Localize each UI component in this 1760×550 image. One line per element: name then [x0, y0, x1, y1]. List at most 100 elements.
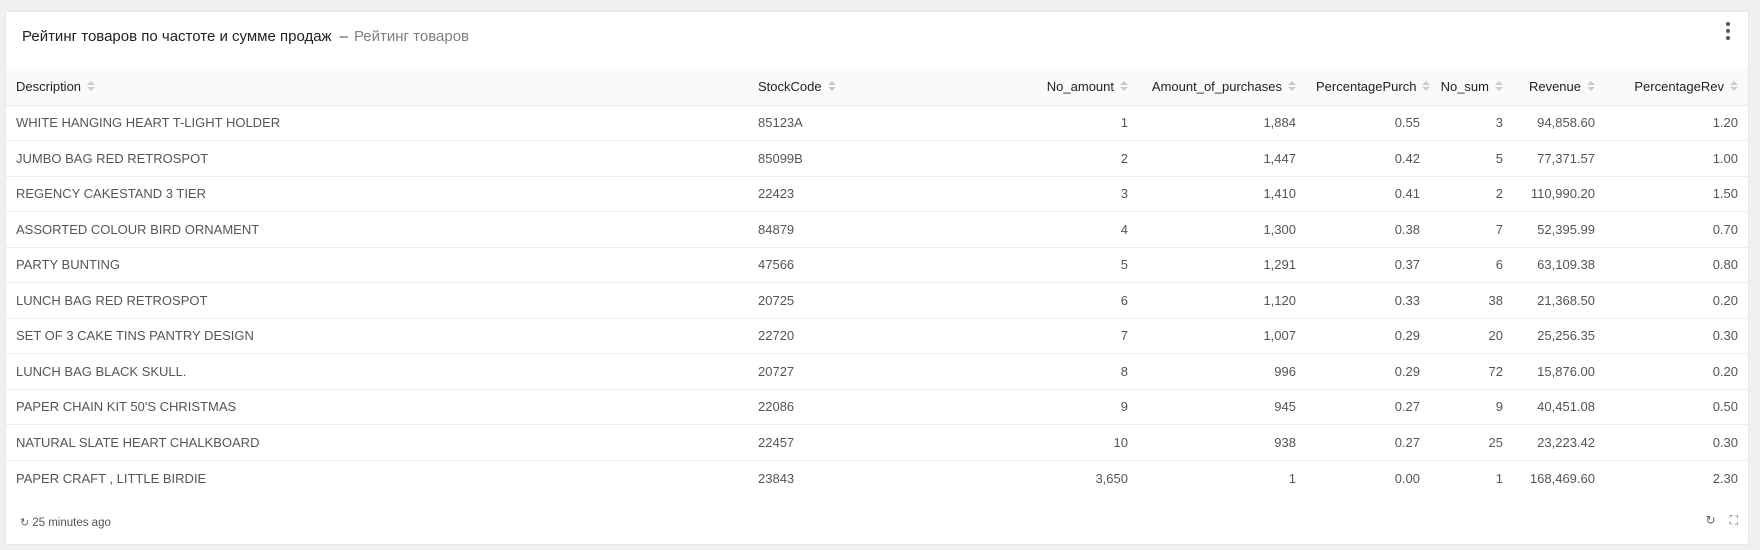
table-row: REGENCY CAKESTAND 3 TIER 22423 3 1,410 0.41 2…: [6, 176, 1748, 212]
table-row: PAPER CRAFT , LITTLE BIRDIE 23843 3,650 1 0.…: [6, 460, 1748, 496]
column-header-label: StockCode: [758, 78, 822, 94]
cell-revenue: 25,256.35: [1513, 318, 1605, 354]
cell-amount-of-purchases: 1,291: [1138, 247, 1306, 283]
refresh-icon: ↻: [20, 517, 30, 529]
kebab-menu-icon[interactable]: [1720, 20, 1736, 42]
cell-revenue: 40,451.08: [1513, 389, 1605, 425]
cell-percentage-purch: 0.29: [1306, 318, 1430, 354]
table-row: PAPER CHAIN KIT 50'S CHRISTMAS 22086 9 945 0…: [6, 389, 1748, 425]
cell-no-sum: 6: [1430, 247, 1513, 283]
cell-percentage-purch: 0.42: [1306, 140, 1430, 177]
cell-percentage-rev: 1.20: [1605, 105, 1748, 141]
panel-title-text: Рейтинг товаров по частоте и сумме прода…: [22, 28, 332, 45]
cell-revenue: 110,990.20: [1513, 176, 1605, 212]
cell-description: LUNCH BAG BLACK SKULL.: [6, 353, 748, 390]
cell-percentage-purch: 0.37: [1306, 247, 1430, 283]
cell-no-sum: 20: [1430, 318, 1513, 354]
cell-percentage-purch: 0.33: [1306, 282, 1430, 319]
cell-percentage-rev: 0.70: [1605, 211, 1748, 248]
visualization-name[interactable]: Рейтинг товаров: [354, 28, 469, 45]
cell-description: PARTY BUNTING: [6, 247, 748, 283]
column-header-stockcode[interactable]: StockCode: [748, 68, 1003, 106]
column-header-percentage-rev[interactable]: PercentageRev: [1605, 68, 1748, 106]
cell-no-amount: 5: [1003, 247, 1138, 283]
cell-revenue: 63,109.38: [1513, 247, 1605, 283]
title-separator: –: [339, 28, 348, 45]
cell-revenue: 52,395.99: [1513, 211, 1605, 248]
cell-stockcode: 20725: [748, 282, 1003, 319]
sort-icon: [827, 81, 836, 92]
last-updated-text: 25 minutes ago: [32, 516, 111, 529]
footer-actions: ↻ ⛶: [1706, 513, 1738, 528]
panel-footer: ↻ 25 minutes ago ↻ ⛶: [6, 500, 1748, 544]
cell-description: NATURAL SLATE HEART CHALKBOARD: [6, 424, 748, 461]
cell-stockcode: 47566: [748, 247, 1003, 283]
table-row: WHITE HANGING HEART T-LIGHT HOLDER 85123A…: [6, 105, 1748, 141]
cell-stockcode: 22720: [748, 318, 1003, 354]
panel-header: Рейтинг товаров по частоте и сумме прода…: [6, 12, 1748, 68]
last-updated[interactable]: ↻ 25 minutes ago: [20, 516, 111, 530]
cell-revenue: 15,876.00: [1513, 353, 1605, 390]
cell-amount-of-purchases: 1: [1288, 470, 1296, 486]
column-header-revenue[interactable]: Revenue: [1513, 68, 1605, 106]
sort-icon: [1730, 81, 1738, 92]
cell-percentage-purch: 0.38: [1306, 211, 1430, 248]
cell-no-sum: 38: [1430, 282, 1513, 319]
cell-amount-of-purchases: 1,410: [1138, 176, 1306, 212]
cell-description: JUMBO BAG RED RETROSPOT: [6, 140, 748, 177]
cell-amount-of-purchases: 938: [1138, 424, 1306, 461]
cell-percentage-purch: 0.00: [1394, 470, 1420, 486]
cell-amount-of-purchases: 1,447: [1138, 140, 1306, 177]
cell-no-sum: 25: [1430, 424, 1513, 461]
cell-percentage-rev: 0.50: [1605, 389, 1748, 425]
column-header-no-sum[interactable]: No_sum: [1430, 68, 1513, 106]
cell-no-amount: 1: [1003, 105, 1138, 141]
table-row: LUNCH BAG BLACK SKULL. 20727 8 996 0.29 72 15,…: [6, 353, 1748, 390]
cell-revenue: 94,858.60: [1513, 105, 1605, 141]
column-header-description[interactable]: Description: [6, 68, 748, 106]
table-header-row: Description StockCode No_amount Amount_o…: [6, 68, 1748, 106]
table-body: WHITE HANGING HEART T-LIGHT HOLDER 85123A…: [6, 105, 1748, 496]
column-header-label: Description: [16, 78, 82, 94]
column-header-percentage-purch[interactable]: PercentagePurch: [1306, 68, 1431, 106]
column-header-label: PercentageRev: [1634, 78, 1724, 94]
cell-description: SET OF 3 CAKE TINS PANTRY DESIGN: [6, 318, 748, 354]
fullscreen-icon[interactable]: ⛶: [1730, 513, 1738, 528]
cell-no-amount: 2: [1003, 140, 1138, 177]
cell-stockcode: 23843: [758, 470, 795, 486]
cell-revenue: 23,223.42: [1513, 424, 1605, 461]
cell-revenue: 77,371.57: [1513, 140, 1605, 177]
column-header-amount-of-purchases[interactable]: Amount_of_purchases: [1138, 68, 1306, 106]
cell-percentage-rev: 1.50: [1605, 176, 1748, 212]
cell-stockcode: 22423: [748, 176, 1003, 212]
cell-percentage-purch: 0.27: [1306, 424, 1430, 461]
cell-percentage-rev: 2.30: [1712, 470, 1738, 486]
cell-no-sum: 5: [1430, 140, 1513, 177]
sort-icon: [1495, 81, 1503, 92]
cell-percentage-rev: 0.30: [1605, 424, 1748, 461]
sort-icon: [87, 81, 96, 92]
sort-icon: [1120, 81, 1128, 92]
cell-amount-of-purchases: 945: [1138, 389, 1306, 425]
sort-icon: [1288, 81, 1296, 92]
cell-no-amount: 3: [1003, 176, 1138, 212]
column-header-label: PercentagePurch: [1316, 78, 1417, 94]
cell-no-amount: 9: [1003, 389, 1138, 425]
table-row: LUNCH BAG RED RETROSPOT 20725 6 1,120 0.33 38…: [6, 282, 1748, 319]
cell-percentage-rev: 0.80: [1605, 247, 1748, 283]
cell-no-amount: 8: [1003, 353, 1138, 390]
cell-percentage-purch: 0.27: [1306, 389, 1430, 425]
dashboard-panel: Рейтинг товаров по частоте и сумме прода…: [5, 11, 1749, 545]
cell-percentage-rev: 0.20: [1605, 353, 1748, 390]
sort-icon: [1422, 81, 1431, 92]
table-row: SET OF 3 CAKE TINS PANTRY DESIGN 22720 7 1,…: [6, 318, 1748, 354]
cell-no-sum: 2: [1430, 176, 1513, 212]
cell-no-amount: 3,650: [1095, 470, 1128, 486]
refresh-icon[interactable]: ↻: [1706, 513, 1716, 528]
table-row: NATURAL SLATE HEART CHALKBOARD 22457 10 938…: [6, 424, 1748, 461]
cell-no-amount: 7: [1003, 318, 1138, 354]
cell-description: WHITE HANGING HEART T-LIGHT HOLDER: [6, 105, 748, 141]
data-table: Description StockCode No_amount Amount_o…: [6, 68, 1748, 496]
column-header-no-amount[interactable]: No_amount: [1003, 68, 1138, 106]
table-row: JUMBO BAG RED RETROSPOT 85099B 2 1,447 0.42 5…: [6, 140, 1748, 177]
